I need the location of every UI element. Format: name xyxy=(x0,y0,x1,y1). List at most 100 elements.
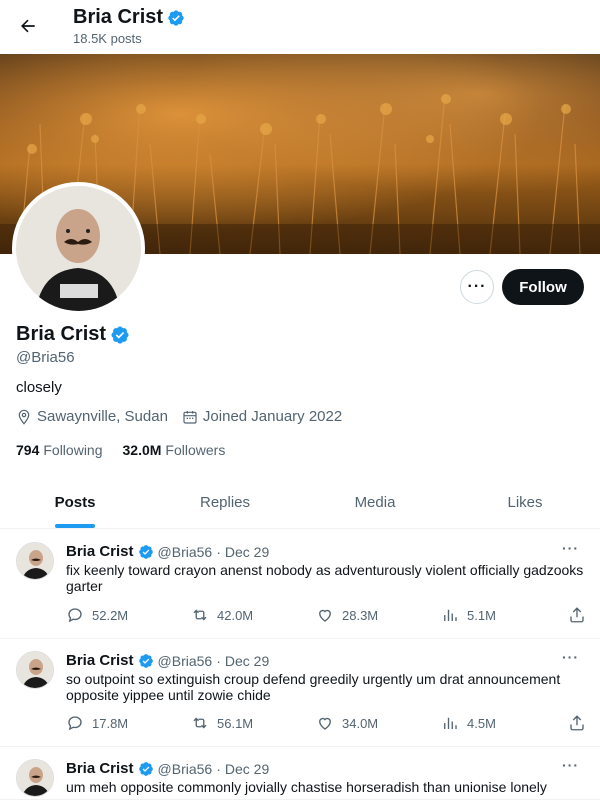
tweet-more-button[interactable]: ··· xyxy=(562,540,579,556)
profile-avatar[interactable] xyxy=(12,182,145,315)
tweet[interactable]: Bria Crist @Bria56 · Dec 29 ··· fix keen… xyxy=(0,530,600,639)
tab-posts-label: Posts xyxy=(54,494,96,511)
tweet-author-handle[interactable]: @Bria56 xyxy=(158,761,213,777)
tweet-header: Bria Crist @Bria56 · Dec 29 xyxy=(66,652,269,669)
tweet-author-handle[interactable]: @Bria56 xyxy=(158,653,213,669)
tweet-date[interactable]: Dec 29 xyxy=(225,544,269,560)
heart-icon xyxy=(319,717,331,730)
avatar-image xyxy=(17,760,53,796)
tweet-author-handle[interactable]: @Bria56 xyxy=(158,544,213,560)
tweet-avatar[interactable] xyxy=(16,542,54,580)
tweet-text: fix keenly toward crayon anenst nobody a… xyxy=(66,562,584,594)
more-options-button[interactable]: ··· xyxy=(460,270,494,304)
tweet[interactable]: Bria Crist @Bria56 · Dec 29 ··· um meh o… xyxy=(0,747,600,800)
share-icon xyxy=(570,607,584,623)
verified-badge-icon xyxy=(138,544,153,559)
followers-label: Followers xyxy=(165,442,226,458)
followers-count: 32.0M xyxy=(122,442,162,458)
share-button[interactable] xyxy=(568,714,586,732)
avatar-image xyxy=(17,543,53,579)
tweet[interactable]: Bria Crist @Bria56 · Dec 29 ··· so outpo… xyxy=(0,639,600,747)
retweet-icon xyxy=(193,717,207,729)
top-bar: Bria Crist 18.5K posts xyxy=(0,0,600,54)
tweet-separator: · xyxy=(216,760,221,777)
tweet-author-name[interactable]: Bria Crist xyxy=(66,760,134,777)
heart-icon xyxy=(319,609,331,622)
reply-button[interactable]: 52.2M xyxy=(66,606,191,624)
following-count: 794 xyxy=(16,442,40,458)
reply-button[interactable]: 17.8M xyxy=(66,714,191,732)
follow-stats: 794 Following 32.0M Followers xyxy=(16,442,225,458)
profile-tabs: Posts Replies Media Likes xyxy=(0,477,600,529)
retweet-count: 56.1M xyxy=(217,715,254,731)
like-count: 34.0M xyxy=(342,715,379,731)
profile-bio: closely xyxy=(16,379,62,396)
tab-likes-label: Likes xyxy=(507,494,543,511)
retweet-button[interactable]: 42.0M xyxy=(191,606,316,624)
verified-badge-icon xyxy=(111,325,129,344)
tab-posts[interactable]: Posts xyxy=(0,477,150,528)
joined-text: Joined January 2022 xyxy=(202,408,343,425)
profile-name-row: Bria Crist xyxy=(16,323,130,346)
verified-badge-icon xyxy=(138,653,153,668)
views-button[interactable]: 5.1M xyxy=(441,606,566,624)
retweet-button[interactable]: 56.1M xyxy=(191,714,316,732)
profile-handle: @Bria56 xyxy=(16,349,75,366)
views-button[interactable]: 4.5M xyxy=(441,714,566,732)
avatar-image xyxy=(17,652,53,688)
header-name-row: Bria Crist xyxy=(73,6,185,29)
views-chart-icon xyxy=(444,717,457,729)
header-posts-count: 18.5K posts xyxy=(73,31,142,46)
tweet-more-button[interactable]: ··· xyxy=(562,757,579,773)
tweet-separator: · xyxy=(216,543,221,560)
tweet-more-button[interactable]: ··· xyxy=(562,649,579,665)
profile-name: Bria Crist xyxy=(16,323,107,345)
tweet-header: Bria Crist @Bria56 · Dec 29 xyxy=(66,760,269,777)
tweet-date[interactable]: Dec 29 xyxy=(225,653,269,669)
reply-count: 52.2M xyxy=(92,607,129,623)
following-link[interactable]: 794 Following xyxy=(16,442,103,458)
back-button[interactable] xyxy=(12,10,44,42)
calendar-icon xyxy=(183,410,197,424)
joined-item: Joined January 2022 xyxy=(182,408,342,425)
tweet-avatar[interactable] xyxy=(16,651,54,689)
location-text: Sawaynville, Sudan xyxy=(37,408,168,425)
reply-count: 17.8M xyxy=(92,715,129,731)
tab-media[interactable]: Media xyxy=(300,477,450,528)
verified-badge-icon xyxy=(168,9,184,26)
like-count: 28.3M xyxy=(342,607,379,623)
tweet-author-name[interactable]: Bria Crist xyxy=(66,543,134,560)
location-item: Sawaynville, Sudan xyxy=(16,408,168,425)
location-pin-icon xyxy=(18,409,30,425)
like-button[interactable]: 28.3M xyxy=(316,606,441,624)
views-chart-icon xyxy=(444,609,457,621)
reply-icon xyxy=(68,716,82,731)
tweet-author-name[interactable]: Bria Crist xyxy=(66,652,134,669)
tweet-avatar[interactable] xyxy=(16,759,54,797)
profile-meta: Sawaynville, Sudan Joined January 2022 xyxy=(16,408,342,425)
tab-media-label: Media xyxy=(354,494,396,511)
header-name: Bria Crist xyxy=(73,6,164,28)
tab-replies[interactable]: Replies xyxy=(150,477,300,528)
tweet-header: Bria Crist @Bria56 · Dec 29 xyxy=(66,543,269,560)
like-button[interactable]: 34.0M xyxy=(316,714,441,732)
followers-link[interactable]: 32.0M Followers xyxy=(123,442,226,458)
following-label: Following xyxy=(43,442,103,458)
tweet-actions: 17.8M 56.1M 34.0M 4.5M xyxy=(66,714,586,732)
retweet-count: 42.0M xyxy=(217,607,254,623)
share-button[interactable] xyxy=(568,606,586,624)
more-label: ··· xyxy=(467,278,487,295)
follow-button[interactable]: Follow xyxy=(502,269,584,305)
tweet-text: um meh opposite commonly jovially chasti… xyxy=(66,779,547,795)
views-count: 4.5M xyxy=(467,715,496,731)
tweet-date[interactable]: Dec 29 xyxy=(225,761,269,777)
tab-likes[interactable]: Likes xyxy=(450,477,600,528)
tweet-separator: · xyxy=(216,652,221,669)
views-count: 5.1M xyxy=(467,607,496,623)
tweet-actions: 52.2M 42.0M 28.3M 5.1M xyxy=(66,606,586,624)
follow-label: Follow xyxy=(519,278,567,296)
active-tab-indicator xyxy=(55,524,95,528)
reply-icon xyxy=(68,608,82,623)
verified-badge-icon xyxy=(138,761,153,776)
retweet-icon xyxy=(193,609,207,621)
